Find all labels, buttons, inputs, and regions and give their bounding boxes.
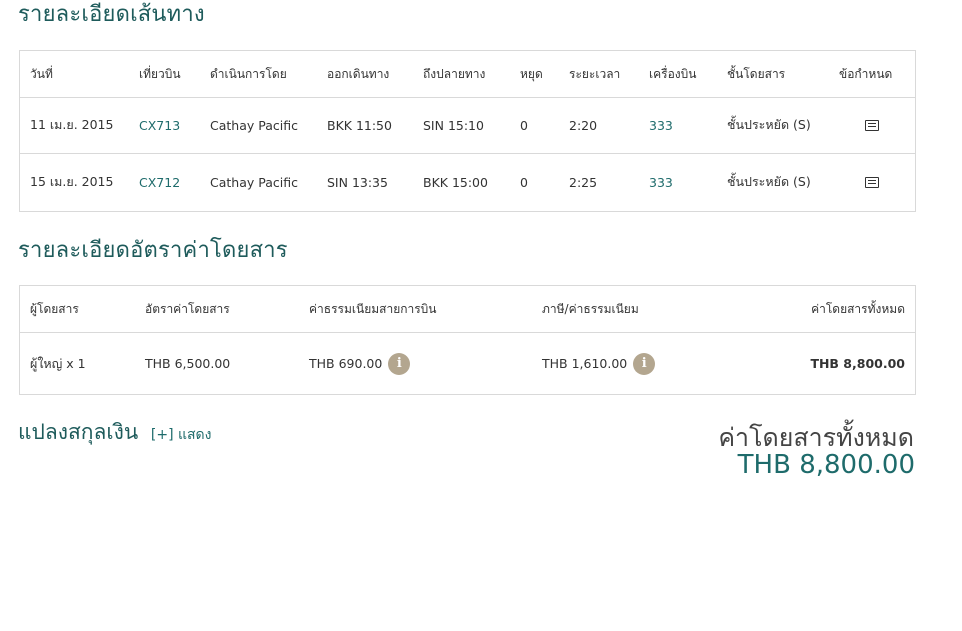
header-tax: ภาษี/ค่าธรรมเนียม xyxy=(542,301,639,316)
flight-cabin: ชั้นประหยัด (S) xyxy=(727,117,811,132)
flight-date: 11 เม.ย. 2015 xyxy=(30,117,114,132)
currency-converter-label: แปลงสกุลเงิน xyxy=(18,420,139,444)
header-duration: ระยะเวลา xyxy=(569,66,621,81)
header-date: วันที่ xyxy=(30,66,53,81)
header-arrive: ถึงปลายทาง xyxy=(423,66,486,81)
document-icon[interactable] xyxy=(865,119,879,131)
info-icon[interactable]: i xyxy=(388,352,411,375)
flight-date: 15 เม.ย. 2015 xyxy=(30,174,114,189)
grand-total-value: THB 8,800.00 xyxy=(737,450,915,480)
header-aircraft: เครื่องบิน xyxy=(649,66,697,81)
flight-stops: 0 xyxy=(520,117,528,133)
header-carrier-fee: ค่าธรรมเนียมสายการบิน xyxy=(309,301,437,316)
table-row: 15 เม.ย. 2015 CX712 Cathay Pacific SIN 1… xyxy=(20,154,915,210)
fare-details-table: ผู้โดยสาร อัตราค่าโดยสาร ค่าธรรมเนียมสาย… xyxy=(19,285,916,395)
flight-operator: Cathay Pacific xyxy=(210,117,298,133)
header-depart: ออกเดินทาง xyxy=(327,66,390,81)
carrier-fee: THB 690.00 i xyxy=(309,333,411,394)
flight-details-table: วันที่ เที่ยวบิน ดำเนินการโดย ออกเดินทาง… xyxy=(19,50,916,212)
flight-details-title: รายละเอียดเส้นทาง xyxy=(18,2,205,27)
header-fare: อัตราค่าโดยสาร xyxy=(145,301,230,316)
info-icon[interactable]: i xyxy=(633,352,656,375)
fare-details-title: รายละเอียดอัตราค่าโดยสาร xyxy=(18,238,288,263)
carrier-fee-value: THB 690.00 xyxy=(309,356,383,371)
flight-number-link[interactable]: CX713 xyxy=(139,97,180,153)
flight-duration: 2:20 xyxy=(569,117,598,133)
flight-depart: SIN 13:35 xyxy=(327,174,388,190)
header-cabin: ชั้นโดยสาร xyxy=(727,66,786,81)
flight-arrive: SIN 15:10 xyxy=(423,117,484,133)
fare-rules-button[interactable] xyxy=(865,154,879,210)
flight-number-link[interactable]: CX712 xyxy=(139,154,180,210)
table-row: 11 เม.ย. 2015 CX713 Cathay Pacific BKK 1… xyxy=(20,97,915,154)
passenger-type: ผู้ใหญ่ x 1 xyxy=(30,355,86,371)
table-header-row: วันที่ เที่ยวบิน ดำเนินการโดย ออกเดินทาง… xyxy=(20,51,915,98)
fare-rules-button[interactable] xyxy=(865,97,879,153)
header-operator: ดำเนินการโดย xyxy=(210,66,287,81)
currency-show-toggle[interactable]: [+] แสดง xyxy=(151,427,212,443)
tax-fee-value: THB 1,610.00 xyxy=(542,356,628,371)
table-header-row: ผู้โดยสาร อัตราค่าโดยสาร ค่าธรรมเนียมสาย… xyxy=(20,286,915,333)
header-flight: เที่ยวบิน xyxy=(139,66,181,81)
flight-stops: 0 xyxy=(520,174,528,190)
row-total-fare: THB 8,800.00 xyxy=(810,356,905,371)
flight-cabin: ชั้นประหยัด (S) xyxy=(727,174,811,189)
header-rules: ข้อกำหนด xyxy=(839,66,893,81)
table-row: ผู้ใหญ่ x 1 THB 6,500.00 THB 690.00 i TH… xyxy=(20,333,915,394)
base-fare: THB 6,500.00 xyxy=(145,356,231,371)
flight-duration: 2:25 xyxy=(569,174,598,190)
header-total: ค่าโดยสารทั้งหมด xyxy=(811,301,905,316)
document-icon[interactable] xyxy=(865,176,879,188)
currency-converter: แปลงสกุลเงิน [+] แสดง xyxy=(18,416,211,449)
tax-fee: THB 1,610.00 i xyxy=(542,333,656,394)
flight-depart: BKK 11:50 xyxy=(327,117,392,133)
header-stops: หยุด xyxy=(520,66,543,81)
flight-operator: Cathay Pacific xyxy=(210,174,298,190)
aircraft-link[interactable]: 333 xyxy=(649,154,673,210)
header-passenger: ผู้โดยสาร xyxy=(30,301,79,316)
flight-arrive: BKK 15:00 xyxy=(423,174,488,190)
aircraft-link[interactable]: 333 xyxy=(649,97,673,153)
